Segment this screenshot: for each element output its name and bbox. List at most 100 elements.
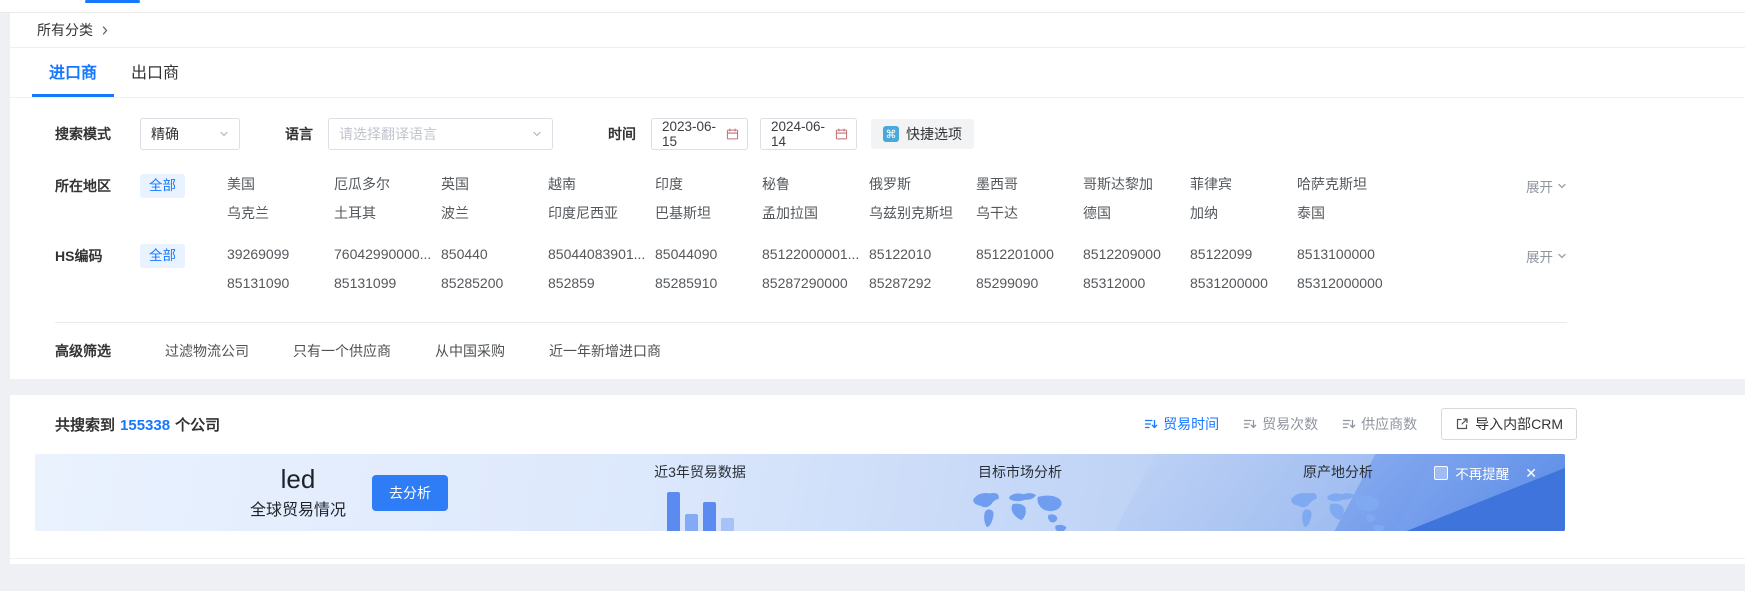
hs-code-item[interactable]: 85044090 [655,244,762,265]
export-icon [1455,417,1469,431]
breadcrumb-all-categories[interactable]: 所有分类 [37,20,93,40]
dismiss-checkbox[interactable] [1434,466,1448,480]
hs-code-item[interactable]: 8513100000 [1297,244,1404,265]
advanced-filter-option[interactable]: 只有一个供应商 [293,341,391,361]
hs-code-item[interactable]: 85299090 [976,273,1083,294]
close-icon[interactable]: ✕ [1525,466,1537,480]
region-item[interactable]: 加纳 [1190,203,1297,224]
region-item[interactable]: 越南 [548,174,655,195]
region-item[interactable]: 德国 [1083,203,1190,224]
banner-keyword-block: led 全球贸易情况 去分析 [250,454,448,531]
filter-row-region: 所在地区 全部 美国厄瓜多尔英国越南印度秘鲁俄罗斯墨西哥哥斯达黎加菲律宾哈萨克斯… [55,174,1567,224]
region-list: 美国厄瓜多尔英国越南印度秘鲁俄罗斯墨西哥哥斯达黎加菲律宾哈萨克斯坦乌克兰土耳其波… [227,174,1404,224]
quick-options-label: 快捷选项 [906,124,962,144]
search-mode-select[interactable]: 精确 [140,118,240,150]
advanced-filter-option[interactable]: 近一年新增进口商 [549,341,661,361]
sort-trade-count[interactable]: 贸易次数 [1243,414,1318,434]
import-crm-button[interactable]: 导入内部CRM [1441,408,1577,440]
tab-bar: 进口商 出口商 [10,48,1745,98]
hs-code-item[interactable]: 85285200 [441,273,548,294]
sort-supplier-count[interactable]: 供应商数 [1342,414,1417,434]
banner-section-trade-data: 近3年贸易数据 [615,462,785,531]
hs-expand-label: 展开 [1526,246,1553,266]
date-start-value: 2023-06-15 [662,119,726,149]
region-item[interactable]: 哈萨克斯坦 [1297,174,1404,195]
banner-section-target-market-title: 目标市场分析 [978,462,1062,482]
hs-code-item[interactable]: 85312000000 [1297,273,1404,294]
sort-group: 贸易时间 贸易次数 供应商数 导入内部CRM [1120,408,1577,440]
hs-code-item[interactable]: 85122000001... [762,244,869,265]
hs-code-item[interactable]: 85044083901... [548,244,655,265]
region-item[interactable]: 菲律宾 [1190,174,1297,195]
hs-code-item[interactable]: 85122010 [869,244,976,265]
hs-code-item[interactable]: 8512201000 [976,244,1083,265]
date-start-input[interactable]: 2023-06-15 [651,118,748,150]
hs-all-tag[interactable]: 全部 [140,244,185,268]
region-all-tag[interactable]: 全部 [140,174,185,198]
region-item[interactable]: 美国 [227,174,334,195]
region-item[interactable]: 厄瓜多尔 [334,174,441,195]
tab-importers[interactable]: 进口商 [32,48,114,97]
sort-trade-time[interactable]: 贸易时间 [1144,414,1219,434]
calendar-icon [726,127,739,141]
hs-code-item[interactable]: 85122099 [1190,244,1297,265]
region-item[interactable]: 泰国 [1297,203,1404,224]
hs-code-item[interactable]: 39269099 [227,244,334,265]
hs-code-item[interactable]: 76042990000... [334,244,441,265]
region-item[interactable]: 土耳其 [334,203,441,224]
chevron-right-icon [100,25,110,36]
region-item[interactable]: 俄罗斯 [869,174,976,195]
filter-panel: 搜索模式 精确 语言 请选择翻译语言 时间 2023-06-15 [10,98,1745,379]
hs-code-item[interactable]: 85287290000 [762,273,869,294]
results-bar: 共搜索到 155338 个公司 贸易时间 贸易次数 [10,408,1577,440]
hs-code-item[interactable]: 85131090 [227,273,334,294]
calendar-icon [835,127,848,141]
bar [667,492,680,531]
region-item[interactable]: 乌兹别克斯坦 [869,203,976,224]
tab-importers-label: 进口商 [49,59,97,83]
quick-options-button[interactable]: ⌘ 快捷选项 [871,119,974,149]
region-item[interactable]: 巴基斯坦 [655,203,762,224]
hs-code-item[interactable]: 85131099 [334,273,441,294]
chevron-down-icon [1557,181,1567,191]
region-item[interactable]: 英国 [441,174,548,195]
hs-code-item[interactable]: 85285910 [655,273,762,294]
active-tab-underline-fragment [85,0,140,3]
region-item[interactable]: 印度 [655,174,762,195]
advanced-filter-options: 过滤物流公司 只有一个供应商 从中国采购 近一年新增进口商 [165,341,661,361]
command-icon: ⌘ [883,126,899,142]
region-item[interactable]: 波兰 [441,203,548,224]
region-item[interactable]: 乌干达 [976,203,1083,224]
date-end-input[interactable]: 2024-06-14 [760,118,857,150]
banner-section-target-market: 目标市场分析 [935,462,1105,531]
hs-code-item[interactable]: 8531200000 [1190,273,1297,294]
language-select[interactable]: 请选择翻译语言 [328,118,553,150]
filter-row-advanced: 高级筛选 过滤物流公司只有一个供应商从中国采购近一年新增进口商 [55,341,1567,361]
banner-keyword: led [281,465,316,493]
region-item[interactable]: 乌克兰 [227,203,334,224]
hs-code-item[interactable]: 85312000 [1083,273,1190,294]
advanced-filter-option[interactable]: 过滤物流公司 [165,341,249,361]
region-item[interactable]: 孟加拉国 [762,203,869,224]
results-count-suffix: 个公司 [175,414,220,435]
advanced-filter-option[interactable]: 从中国采购 [435,341,505,361]
date-end-value: 2024-06-14 [771,119,835,149]
analysis-banner: led 全球贸易情况 去分析 近3年贸易数据 目标市场分析 [35,454,1565,531]
hs-code-item[interactable]: 850440 [441,244,548,265]
region-item[interactable]: 印度尼西亚 [548,203,655,224]
page: 所有分类 进口商 出口商 搜索模式 精确 语言 请选择翻译语言 [0,0,1745,591]
region-item[interactable]: 哥斯达黎加 [1083,174,1190,195]
hs-code-item[interactable]: 85287292 [869,273,976,294]
world-map-icon [964,488,1076,531]
hs-expand-toggle[interactable]: 展开 [1526,244,1567,266]
analyze-button[interactable]: 去分析 [372,475,448,511]
region-item[interactable]: 秘鲁 [762,174,869,195]
hs-code-item[interactable]: 852859 [548,273,655,294]
hs-code-list: 3926909976042990000...85044085044083901.… [227,244,1404,294]
sort-supplier-count-label: 供应商数 [1361,414,1417,434]
region-item[interactable]: 墨西哥 [976,174,1083,195]
region-expand-toggle[interactable]: 展开 [1526,174,1567,196]
tab-exporters[interactable]: 出口商 [114,48,196,97]
hs-code-item[interactable]: 8512209000 [1083,244,1190,265]
bar [721,518,734,531]
